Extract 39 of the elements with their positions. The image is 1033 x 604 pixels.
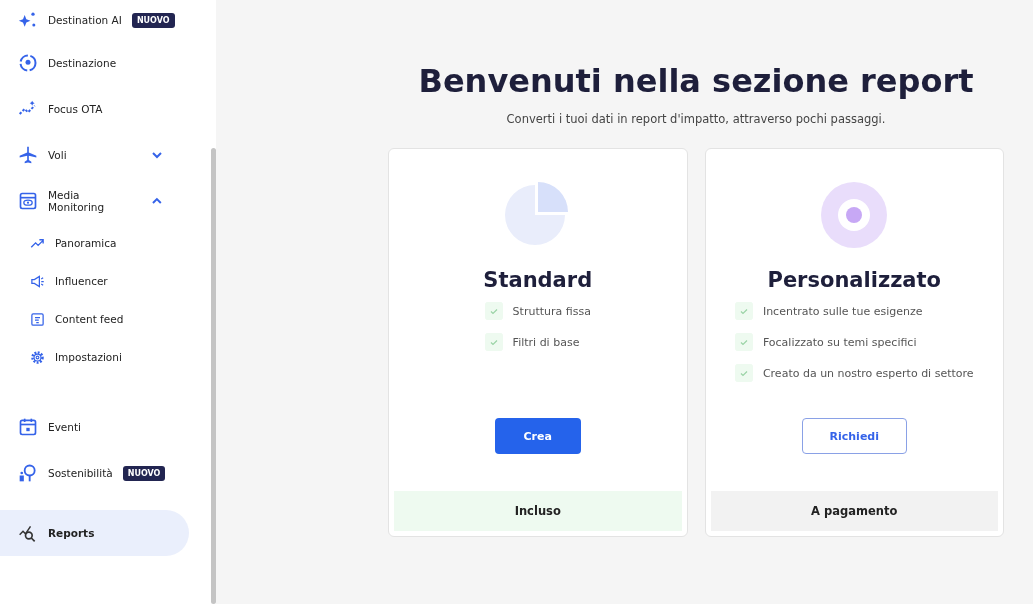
- monitor-icon: [18, 191, 38, 211]
- feature-text: Incentrato sulle tue esigenze: [762, 304, 923, 318]
- sidebar-subitem[interactable]: Content feed: [0, 300, 189, 338]
- tree-icon: [18, 463, 38, 483]
- sidebar-subitem[interactable]: Impostazioni: [0, 338, 189, 376]
- calendar-icon: [18, 417, 38, 437]
- document-icon: [30, 311, 45, 327]
- sidebar-item[interactable]: Media Monitoring: [0, 178, 189, 224]
- plan-title: Personalizzato: [767, 268, 941, 292]
- sidebar-item[interactable]: Destinazione: [0, 40, 189, 86]
- plan-footer: A pagamento: [710, 491, 998, 531]
- settings-icon: [30, 349, 45, 365]
- sidebar-item[interactable]: Voli: [0, 132, 189, 178]
- page-subtitle: Converti i tuoi dati in report d'impatto, attraverso pochi passaggi.: [506, 112, 886, 126]
- sidebar-item[interactable]: Destination AI NUOVO: [0, 0, 189, 40]
- page-title: Benvenuti nella sezione report: [418, 62, 974, 100]
- sidebar-subitem[interactable]: Panoramica: [0, 224, 189, 262]
- plan-title: Standard: [483, 268, 593, 292]
- scrollbar-thumb[interactable]: [211, 148, 216, 604]
- sidebar-item[interactable]: Eventi: [0, 404, 189, 450]
- sidebar-subitem[interactable]: Influencer: [0, 262, 189, 300]
- sidebar-item[interactable]: Focus OTA: [0, 86, 189, 132]
- plan-footer: Incluso: [394, 491, 682, 531]
- target-icon: [819, 180, 890, 250]
- sidebar-item[interactable]: Reports: [0, 510, 189, 556]
- feature-text: Filtri di base: [512, 335, 580, 349]
- create-button[interactable]: Crea: [494, 418, 581, 454]
- location-icon: [18, 53, 38, 73]
- chevron-icon[interactable]: [151, 149, 163, 161]
- feature-text: Creato da un nostro esperto di settore: [762, 366, 974, 380]
- megaphone-icon: [30, 273, 45, 289]
- new-badge: NUOVO: [122, 465, 166, 481]
- sidebar-item[interactable]: Sostenibilità NUOVO: [0, 450, 189, 496]
- plane-icon: [18, 145, 38, 165]
- new-badge: NUOVO: [131, 12, 175, 28]
- request-button[interactable]: Richiedi: [801, 418, 907, 454]
- feature-text: Focalizzato su temi specifici: [762, 335, 917, 349]
- chart-search-icon: [18, 523, 38, 543]
- feature-text: Struttura fissa: [512, 304, 591, 318]
